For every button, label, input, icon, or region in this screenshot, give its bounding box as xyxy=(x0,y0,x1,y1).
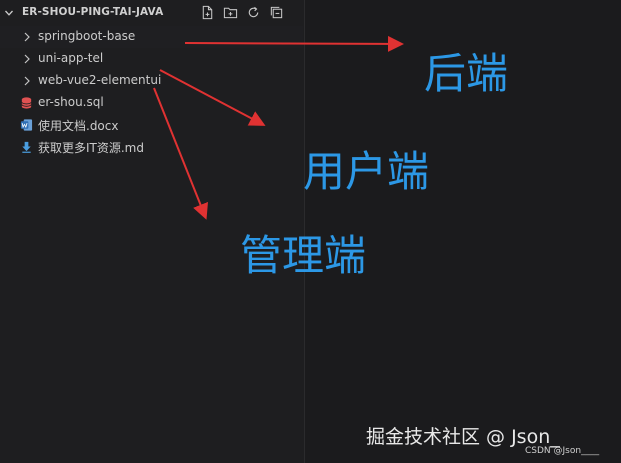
screenshot-stage: ER-SHOU-PING-TAI-JAVA springboot-base un… xyxy=(0,0,621,463)
workspace-title: ER-SHOU-PING-TAI-JAVA xyxy=(22,6,164,18)
tree-item-label: 获取更多IT资源.md xyxy=(38,141,144,155)
annotation-user-side: 用户端 xyxy=(303,147,430,196)
explorer-actions xyxy=(200,5,284,20)
watermark-text: 掘金技术社区 @ Json_ xyxy=(366,426,560,448)
csdn-credit: CSDN @Json____ xyxy=(525,446,600,456)
annotation-admin-side: 管理端 xyxy=(240,231,367,280)
database-icon xyxy=(21,97,32,109)
explorer-header[interactable]: ER-SHOU-PING-TAI-JAVA xyxy=(0,0,304,26)
tree-file-docx[interactable]: 使用文档.docx xyxy=(0,114,303,136)
new-file-icon[interactable] xyxy=(200,5,215,20)
chevron-down-icon[interactable] xyxy=(4,8,14,18)
tree-folder-web-vue2-elementui[interactable]: web-vue2-elementui xyxy=(0,70,303,92)
refresh-icon[interactable] xyxy=(246,5,261,20)
collapse-all-icon[interactable] xyxy=(269,5,284,20)
new-folder-icon[interactable] xyxy=(223,5,238,20)
annotation-backend: 后端 xyxy=(424,49,509,98)
chevron-right-icon[interactable] xyxy=(22,31,32,43)
chevron-right-icon[interactable] xyxy=(22,75,32,87)
tree-item-label: 使用文档.docx xyxy=(38,119,119,133)
tree-file-md[interactable]: 获取更多IT资源.md xyxy=(0,136,303,158)
tree-folder-springboot-base[interactable]: springboot-base xyxy=(0,26,303,48)
tree-item-label: web-vue2-elementui xyxy=(38,73,162,87)
tree-folder-uni-app-tel[interactable]: uni-app-tel xyxy=(0,48,303,70)
tree-item-label: uni-app-tel xyxy=(38,51,104,65)
markdown-download-icon xyxy=(22,141,31,153)
tree-item-label: er-shou.sql xyxy=(38,95,104,109)
tree-item-label: springboot-base xyxy=(38,29,136,43)
tree-file-er-shou-sql[interactable]: er-shou.sql xyxy=(0,92,303,114)
chevron-right-icon[interactable] xyxy=(22,53,32,65)
word-doc-icon xyxy=(20,119,33,131)
